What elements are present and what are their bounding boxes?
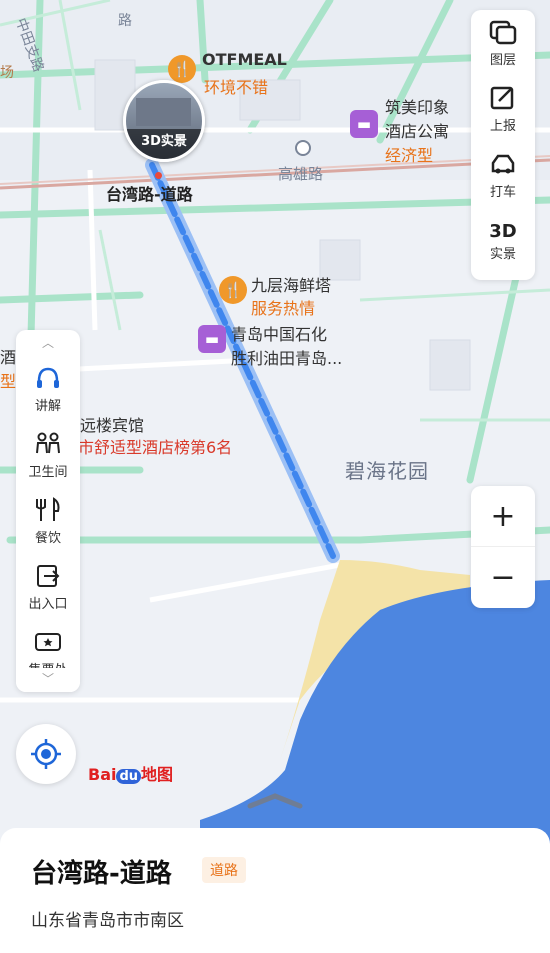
sidebar-item-dining[interactable]: 餐饮 xyxy=(16,488,80,554)
utensils-icon xyxy=(36,496,60,521)
area-label: 碧海花园 xyxy=(345,459,429,483)
sidebar-label: 出入口 xyxy=(28,596,68,612)
chevron-down-icon[interactable]: ﹀ xyxy=(16,668,80,692)
realview-button[interactable]: 3D 实景 xyxy=(471,208,535,274)
bottom-sheet[interactable]: 台湾路-道路 道路 山东省青岛市市南区 xyxy=(0,828,550,953)
baidu-logo: Bai du 地图 xyxy=(88,761,173,785)
realview-label: 实景 xyxy=(489,246,516,262)
restaurant-icon[interactable]: 🍴 xyxy=(168,55,196,83)
poi-sinopec-line2[interactable]: 胜利油田青岛... xyxy=(231,345,342,369)
layers-button[interactable]: 图层 xyxy=(471,10,535,76)
logo-bai: Bai xyxy=(88,765,117,784)
sidebar-label: 讲解 xyxy=(34,398,61,414)
poi-hotel1-name1[interactable]: 筑美印象 xyxy=(385,94,449,118)
hotel-icon[interactable]: ▬ xyxy=(198,325,226,353)
poi-hotel2-name[interactable]: 远楼宾馆 xyxy=(80,412,144,436)
report-button[interactable]: 上报 xyxy=(471,76,535,142)
selected-road-label: 台湾路-道路 xyxy=(106,185,193,204)
zoom-out-button[interactable]: − xyxy=(471,547,535,607)
left-sidebar: ︿ 讲解 卫生间 餐饮 出入口 售票处 xyxy=(16,330,80,692)
map-canvas[interactable] xyxy=(0,0,550,953)
poi-seafood-name[interactable]: 九层海鲜塔 xyxy=(251,272,331,296)
street-label: 路 xyxy=(118,13,132,29)
taxi-button[interactable]: 打车 xyxy=(471,142,535,208)
restaurant-icon[interactable]: 🍴 xyxy=(219,276,247,304)
place-address: 山东省青岛市市南区 xyxy=(31,911,184,931)
sidebar-item-guide[interactable]: 讲解 xyxy=(16,356,80,422)
place-type-badge: 道路 xyxy=(202,857,246,883)
zoom-control: + − xyxy=(471,486,535,608)
sidebar-label: 餐饮 xyxy=(34,530,61,546)
poi-otfmeal-name[interactable]: OTFMEAL xyxy=(202,50,287,69)
sidebar-item-restroom[interactable]: 卫生间 xyxy=(16,422,80,488)
exit-icon xyxy=(37,564,60,587)
layers-icon xyxy=(489,20,517,44)
chevron-up-icon[interactable]: ︿ xyxy=(16,330,80,356)
streetview-thumbnail[interactable]: 3D实景 xyxy=(123,80,205,162)
building-image xyxy=(136,98,191,126)
hotel-icon[interactable]: ▬ xyxy=(350,110,378,138)
selected-point-marker xyxy=(155,172,162,179)
streetview-badge: 3D实景 xyxy=(126,129,202,159)
taxi-label: 打车 xyxy=(489,184,516,200)
3d-icon: 3D xyxy=(489,220,517,242)
partial-label: 场 xyxy=(0,65,14,81)
poi-hotel1-name2[interactable]: 酒店公寓 xyxy=(385,118,449,142)
poi-sinopec-line1[interactable]: 青岛中国石化 xyxy=(231,321,327,345)
zoom-in-button[interactable]: + xyxy=(471,486,535,547)
right-toolbar: 图层 上报 打车 3D 实景 xyxy=(471,10,535,280)
ticket-icon xyxy=(35,632,61,651)
locate-icon xyxy=(31,739,61,769)
headphones-icon xyxy=(37,367,59,388)
logo-map: 地图 xyxy=(141,765,174,784)
metro-station-label[interactable]: 高雄路 xyxy=(278,163,323,184)
poi-otfmeal-tag: 环境不错 xyxy=(204,78,269,97)
partial-label: 酒 xyxy=(0,348,17,367)
logo-du: du xyxy=(116,769,142,784)
layers-label: 图层 xyxy=(489,52,516,68)
sidebar-label: 卫生间 xyxy=(28,464,68,480)
taxi-icon xyxy=(491,154,515,173)
partial-label: 型 xyxy=(0,372,17,391)
restroom-icon xyxy=(36,432,60,453)
place-title: 台湾路-道路 xyxy=(31,859,172,889)
poi-hotel1-tag: 经济型 xyxy=(385,146,434,165)
poi-hotel2-tag: 市舒适型酒店榜第6名 xyxy=(78,438,233,457)
poi-seafood-tag: 服务热情 xyxy=(251,299,316,318)
sidebar-item-entrance[interactable]: 出入口 xyxy=(16,554,80,620)
report-label: 上报 xyxy=(489,118,516,134)
edit-icon xyxy=(490,86,514,109)
locate-button[interactable] xyxy=(16,724,76,784)
